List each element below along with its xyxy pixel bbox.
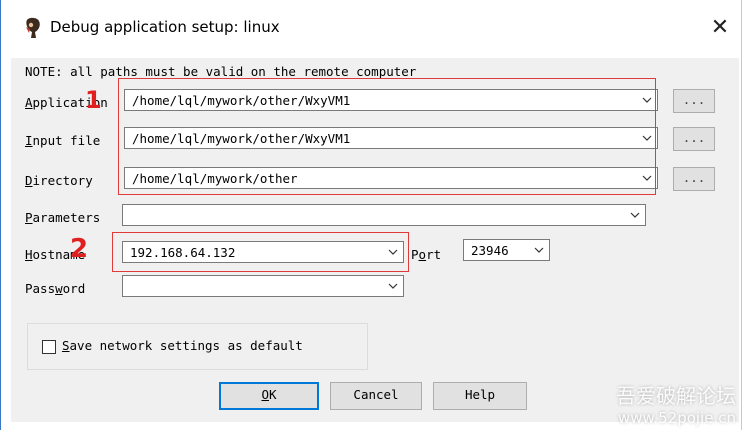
chevron-down-icon[interactable] xyxy=(641,132,653,144)
save-network-settings-label[interactable]: Save network settings as default xyxy=(62,338,303,353)
chevron-down-icon[interactable] xyxy=(533,244,545,256)
network-settings-group: Save network settings as default xyxy=(27,323,368,370)
window-title: Debug application setup: linux xyxy=(50,18,280,36)
application-browse-button[interactable]: ... xyxy=(673,89,715,113)
save-network-settings-checkbox[interactable] xyxy=(42,340,56,354)
ok-button[interactable]: OK xyxy=(219,382,319,410)
application-combobox[interactable]: /home/lql/mywork/other/WxyVM1 xyxy=(124,89,658,111)
title-bar: Debug application setup: linux ✕ xyxy=(1,0,741,58)
bottom-strip xyxy=(0,430,748,439)
directory-combobox[interactable]: /home/lql/mywork/other xyxy=(124,167,658,189)
application-label: Application xyxy=(25,95,108,110)
hostname-value: 192.168.64.132 xyxy=(130,245,236,260)
input-file-combobox[interactable]: /home/lql/mywork/other/WxyVM1 xyxy=(124,127,658,149)
input-file-label: Input file xyxy=(25,133,101,148)
application-value: /home/lql/mywork/other/WxyVM1 xyxy=(132,93,351,108)
chevron-down-icon[interactable] xyxy=(641,94,653,106)
password-label: Password xyxy=(25,281,86,296)
password-combobox[interactable] xyxy=(122,275,404,297)
cancel-button[interactable]: Cancel xyxy=(330,382,422,410)
app-icon xyxy=(26,17,40,38)
chevron-down-icon[interactable] xyxy=(387,246,399,258)
hostname-combobox[interactable]: 192.168.64.132 xyxy=(122,241,404,263)
parameters-label: Parameters xyxy=(25,210,101,225)
directory-browse-button[interactable]: ... xyxy=(673,167,715,191)
chevron-down-icon[interactable] xyxy=(641,172,653,184)
hostname-label: Hostname xyxy=(25,247,86,262)
parameters-combobox[interactable] xyxy=(122,204,646,226)
input-file-browse-button[interactable]: ... xyxy=(673,127,715,151)
input-file-value: /home/lql/mywork/other/WxyVM1 xyxy=(132,131,351,146)
port-combobox[interactable]: 23946 xyxy=(463,239,550,261)
close-button[interactable]: ✕ xyxy=(701,10,739,46)
note-text: NOTE: all paths must be valid on the rem… xyxy=(25,64,417,79)
directory-value: /home/lql/mywork/other xyxy=(132,171,298,186)
debug-setup-dialog: Debug application setup: linux ✕ NOTE: a… xyxy=(0,0,742,430)
directory-label: Directory xyxy=(25,173,93,188)
dialog-body: NOTE: all paths must be valid on the rem… xyxy=(11,58,739,422)
help-button[interactable]: Help xyxy=(433,382,527,410)
chevron-down-icon[interactable] xyxy=(387,280,399,292)
port-value: 23946 xyxy=(471,243,509,258)
port-label: Port xyxy=(411,247,442,262)
chevron-down-icon[interactable] xyxy=(629,209,641,221)
